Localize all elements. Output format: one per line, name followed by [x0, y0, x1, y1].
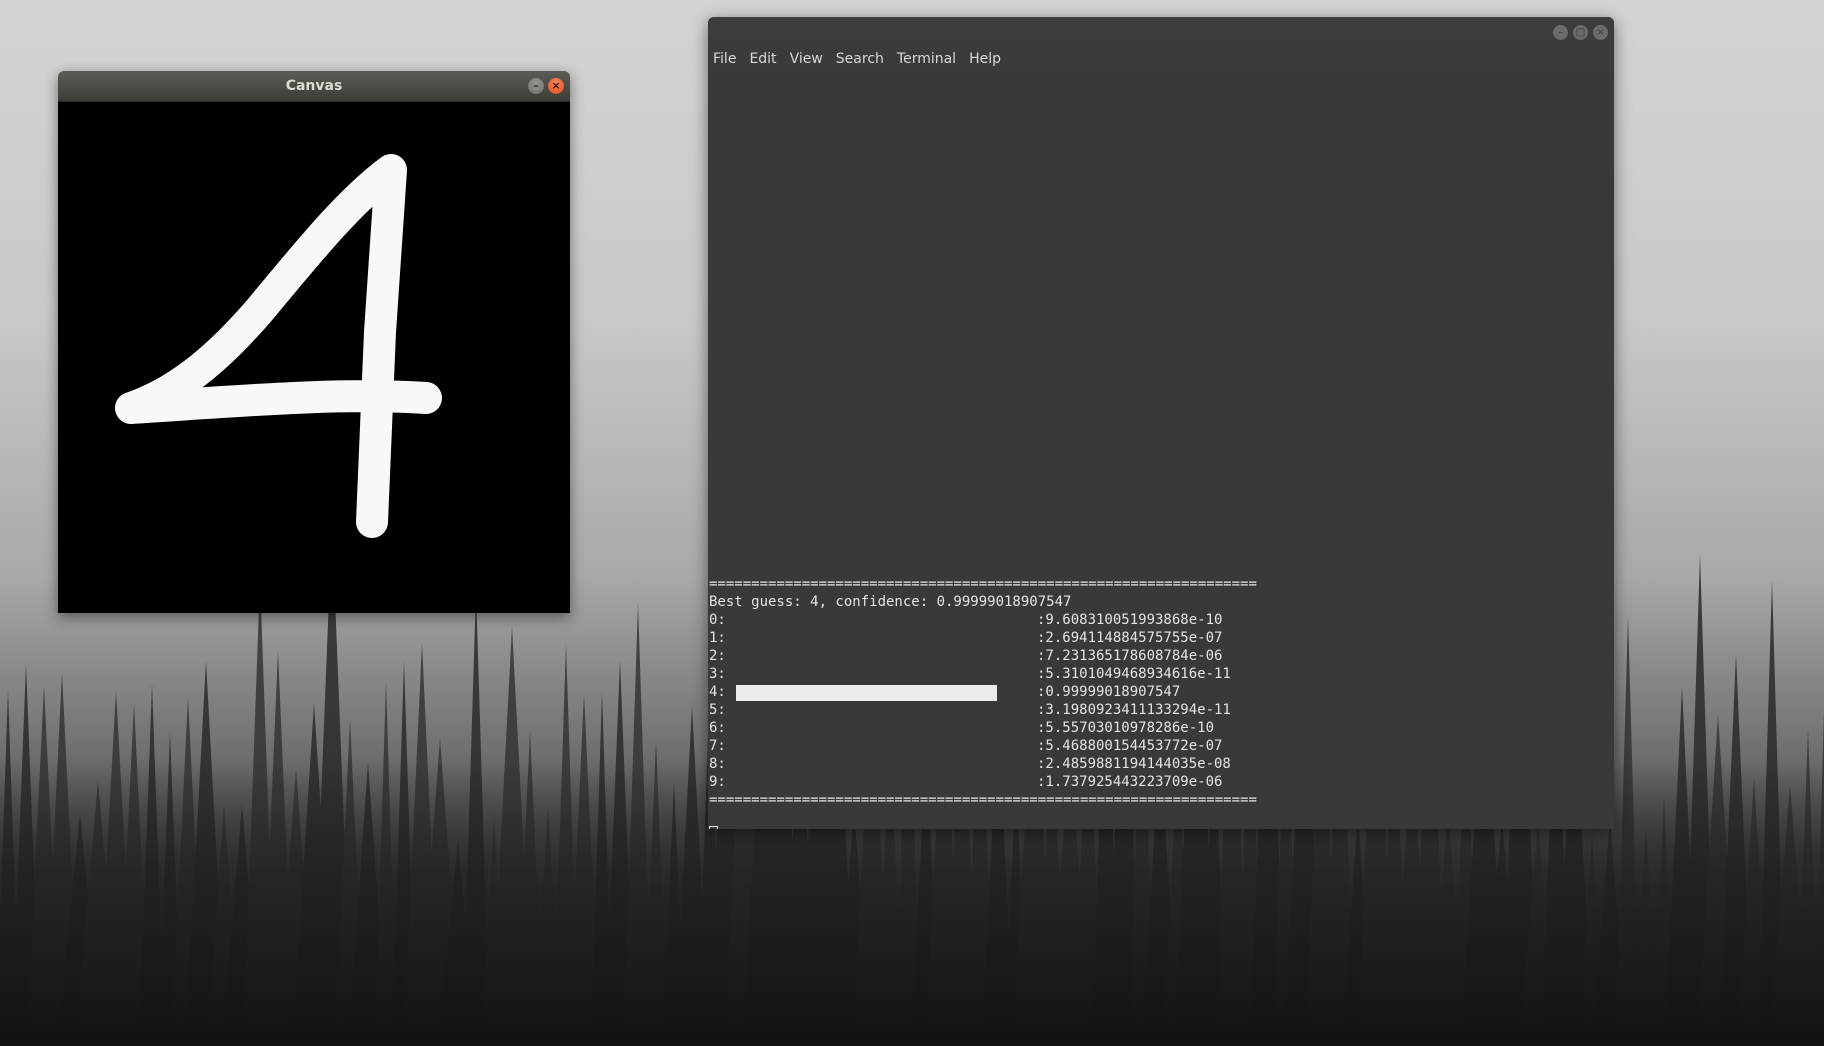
- probability-bar-track: [726, 755, 1037, 773]
- prediction-value: :7.231365178608784e-06: [1037, 648, 1223, 664]
- probability-bar-track: [726, 737, 1037, 755]
- prediction-output: ========================================…: [709, 575, 1257, 809]
- terminal-window: – □ × File Edit View Search Terminal Hel…: [708, 17, 1614, 829]
- prediction-row: 0: :9.608310051993868e-10: [709, 611, 1257, 629]
- prediction-digit-label: 2:: [709, 648, 726, 664]
- prediction-value: :9.608310051993868e-10: [1037, 612, 1223, 628]
- prediction-row: 4: :0.99999018907547: [709, 683, 1257, 701]
- canvas-window-title: Canvas: [285, 78, 343, 94]
- separator-top: ========================================…: [709, 576, 1257, 592]
- prediction-value: :3.1980923411133294e-11: [1037, 702, 1231, 718]
- handwritten-digit-stroke: [115, 154, 442, 538]
- prediction-value: :5.3101049468934616e-11: [1037, 666, 1231, 682]
- probability-bar-track: [726, 611, 1037, 629]
- prediction-value: :5.468800154453772e-07: [1037, 738, 1223, 754]
- prediction-row: 2: :7.231365178608784e-06: [709, 647, 1257, 665]
- prediction-value: :0.99999018907547: [1037, 684, 1181, 700]
- menu-view[interactable]: View: [790, 51, 823, 67]
- probability-bar-track: [726, 683, 1037, 701]
- probability-bar-track: [726, 665, 1037, 683]
- probability-bar-track: [726, 647, 1037, 665]
- close-icon[interactable]: ×: [548, 78, 564, 94]
- prediction-digit-label: 9:: [709, 774, 726, 790]
- prediction-row: 3: :5.3101049468934616e-11: [709, 665, 1257, 683]
- probability-bar-track: [726, 773, 1037, 791]
- canvas-window: Canvas – ×: [58, 71, 570, 613]
- prediction-digit-label: 8:: [709, 756, 726, 772]
- drawing-canvas[interactable]: [58, 102, 570, 613]
- menu-search[interactable]: Search: [836, 51, 884, 67]
- probability-bar: [736, 685, 997, 701]
- minimize-icon[interactable]: –: [1553, 25, 1568, 40]
- prediction-row: 8: :2.4859881194144035e-08: [709, 755, 1257, 773]
- prediction-value: :2.4859881194144035e-08: [1037, 756, 1231, 772]
- probability-bar-track: [726, 629, 1037, 647]
- canvas-titlebar[interactable]: Canvas – ×: [58, 71, 570, 102]
- probability-bar-track: [726, 701, 1037, 719]
- menu-edit[interactable]: Edit: [749, 51, 776, 67]
- prediction-digit-label: 3:: [709, 666, 726, 682]
- separator-bottom: ========================================…: [709, 792, 1257, 808]
- maximize-icon[interactable]: □: [1573, 25, 1588, 40]
- terminal-titlebar[interactable]: – □ ×: [708, 17, 1614, 47]
- prediction-digit-label: 0:: [709, 612, 726, 628]
- prediction-value: :2.694114884575755e-07: [1037, 630, 1223, 646]
- prediction-row: 6: :5.55703010978286e-10: [709, 719, 1257, 737]
- prediction-row: 7: :5.468800154453772e-07: [709, 737, 1257, 755]
- prediction-value: :1.737925443223709e-06: [1037, 774, 1223, 790]
- prediction-row: 5: :3.1980923411133294e-11: [709, 701, 1257, 719]
- best-guess-line: Best guess: 4, confidence: 0.99999018907…: [709, 594, 1072, 610]
- prediction-digit-label: 7:: [709, 738, 726, 754]
- terminal-menubar: File Edit View Search Terminal Help: [708, 47, 1614, 71]
- terminal-cursor: [709, 826, 718, 829]
- prediction-digit-label: 1:: [709, 630, 726, 646]
- menu-file[interactable]: File: [713, 51, 736, 67]
- prediction-digit-label: 6:: [709, 720, 726, 736]
- prediction-value: :5.55703010978286e-10: [1037, 720, 1215, 736]
- prediction-row: 1: :2.694114884575755e-07: [709, 629, 1257, 647]
- terminal-output[interactable]: ========================================…: [708, 71, 1614, 829]
- minimize-icon[interactable]: –: [528, 78, 544, 94]
- prediction-digit-label: 5:: [709, 702, 726, 718]
- close-icon[interactable]: ×: [1593, 25, 1608, 40]
- menu-terminal[interactable]: Terminal: [897, 51, 956, 67]
- prediction-row: 9: :1.737925443223709e-06: [709, 773, 1257, 791]
- menu-help[interactable]: Help: [969, 51, 1001, 67]
- prediction-digit-label: 4:: [709, 684, 726, 700]
- probability-bar-track: [726, 719, 1037, 737]
